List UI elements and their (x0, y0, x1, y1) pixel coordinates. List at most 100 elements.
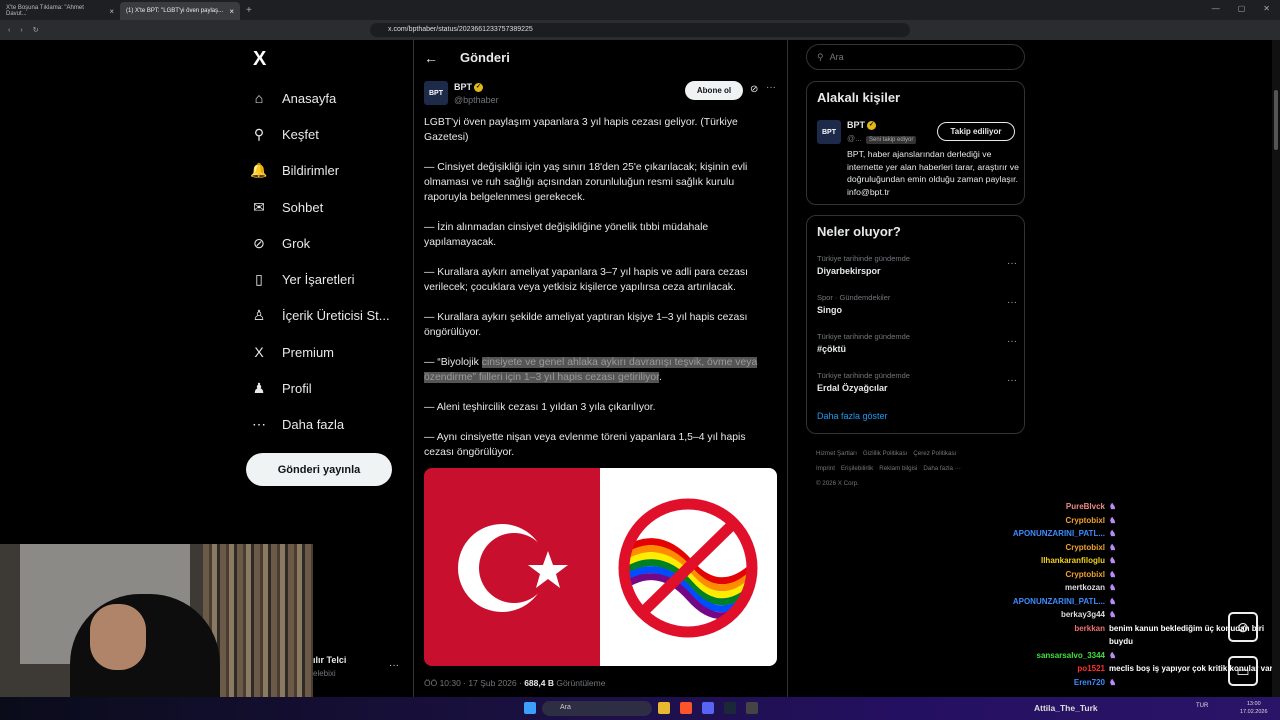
language-indicator[interactable]: TUR (1196, 703, 1208, 709)
more-icon[interactable]: ··· (389, 660, 399, 671)
sidebar-item-profil[interactable]: ♟ Profil (250, 370, 390, 406)
more-icon[interactable]: ··· (1007, 297, 1017, 308)
more-icon[interactable]: ··· (1007, 375, 1017, 386)
no-entry-icon: ⊘ (1228, 612, 1258, 642)
minimize-icon[interactable]: — (1212, 4, 1220, 13)
avatar[interactable]: BPT (817, 120, 841, 144)
divider (787, 40, 788, 720)
reload-icon[interactable]: ↻ (33, 26, 39, 34)
more-icon[interactable]: ··· (1007, 258, 1017, 269)
search-icon: ⚲ (253, 125, 265, 142)
mail-icon: ✉ (253, 198, 265, 215)
chat-username[interactable]: PureBlvck (995, 500, 1105, 514)
chat-username[interactable]: mertkozan (995, 581, 1105, 595)
avatar[interactable]: BPT (424, 81, 448, 105)
author-handle[interactable]: @bpthaber (454, 95, 499, 105)
obs-icon[interactable] (746, 702, 758, 714)
new-tab-button[interactable]: + (246, 5, 252, 16)
chat-username[interactable]: Cryptobixl (995, 541, 1105, 555)
chat-badge-icon: ♞ (1109, 569, 1117, 579)
following-button[interactable]: Takip ediliyor (937, 122, 1015, 141)
chat-badge-icon: ♞ (1109, 650, 1117, 660)
chat-username[interactable]: Cryptobixl (995, 514, 1105, 528)
footer-link[interactable]: Erişilebilirlik (841, 465, 873, 472)
sidebar-item-anasayfa[interactable]: ⌂ Anasayfa (250, 80, 390, 116)
grok-icon[interactable]: ⊘ (750, 84, 758, 95)
sidebar-item-sohbet[interactable]: ✉ Sohbet (250, 189, 390, 225)
sidebar-item-bildirimler[interactable]: 🔔 Bildirimler (250, 153, 390, 189)
trend-item[interactable]: Türkiye tarihinde gündemde Diyarbekirspor… (817, 254, 1017, 276)
footer-link[interactable]: Gizlilik Politikası (863, 450, 907, 457)
sidebar-item-grok[interactable]: ⊘ Grok (250, 225, 390, 261)
chat-message: Cryptobixl ♞ (995, 514, 1275, 528)
browser-tab-1[interactable]: X'te Boşuna Tıklama: "Ahmet Davut... × (0, 2, 120, 20)
footer-link[interactable]: Çerez Politikası (913, 450, 956, 457)
steam-icon[interactable] (724, 702, 736, 714)
related-bio: BPT, haber ajanslarından derlediği ve in… (847, 149, 1019, 197)
sidebar-item-keşfet[interactable]: ⚲ Keşfet (250, 116, 390, 152)
sidebar-item-yer-i-şaretleri[interactable]: ▯ Yer İşaretleri (250, 261, 390, 297)
footer-links: Hizmet Şartları Gizlilik Politikası Çerez … (816, 446, 1016, 491)
close-icon[interactable]: × (229, 7, 234, 16)
chat-username[interactable]: Ilhankaranfiloglu (995, 554, 1105, 568)
chat-username[interactable]: Cryptobixl (995, 568, 1105, 582)
x-logo[interactable]: X (253, 48, 266, 71)
forward-icon[interactable]: › (20, 27, 22, 34)
sidebar-item-label: Sohbet (282, 199, 324, 215)
chat-username[interactable]: APONUNZARINI_PATL... (995, 595, 1105, 609)
trend-item[interactable]: Spor · Gündemdekiler Singo ··· (817, 293, 1017, 315)
clock[interactable]: 13:00 17.02.2026 (1240, 700, 1268, 716)
post-button[interactable]: Gönderi yayınla (246, 453, 392, 486)
more-icon[interactable]: ··· (766, 82, 776, 93)
maximize-icon[interactable]: ▢ (1238, 4, 1246, 13)
chat-username[interactable]: po1521 (995, 662, 1105, 676)
close-icon[interactable]: × (109, 7, 114, 16)
window-icon: ▭ (1228, 656, 1258, 686)
show-more-link[interactable]: Daha fazla göster (817, 411, 888, 421)
chat-username[interactable]: berkkan (995, 622, 1105, 636)
close-window-icon[interactable]: ✕ (1263, 4, 1270, 13)
post-header: ← Gönderi (414, 40, 787, 75)
browser-tab-2[interactable]: (1) X'te BPT: "LGBT'yi öven paylaş... × (120, 2, 240, 20)
scrollbar[interactable] (1272, 40, 1280, 697)
scrollbar-thumb[interactable] (1274, 90, 1278, 150)
author-name[interactable]: BPT ✓ (454, 82, 483, 93)
tab-label: X'te Boşuna Tıklama: "Ahmet Davut... (6, 5, 84, 17)
footer-link[interactable]: Hizmet Şartları (816, 450, 857, 457)
related-name[interactable]: BPT ✓ (847, 120, 876, 131)
chat-username[interactable]: APONUNZARINI_PATL... (995, 527, 1105, 541)
back-icon[interactable]: ‹ (8, 27, 10, 34)
footer-link[interactable]: Daha fazla ··· (923, 465, 960, 472)
back-arrow-icon[interactable]: ← (424, 50, 438, 66)
search-input[interactable]: ⚲ Ara (806, 44, 1025, 70)
chat-username[interactable]: sansarsalvo_3344 (995, 649, 1106, 663)
sidebar-item-label: Bildirimler (282, 163, 340, 179)
account-name[interactable]: ılır Telci (313, 655, 346, 665)
chat-username[interactable]: Eren720 (995, 676, 1105, 690)
subscribe-button[interactable]: Abone ol (685, 81, 743, 100)
sidebar-item-label: Daha fazla (282, 417, 345, 433)
sidebar-item-i-çerik-üreticisi-st-[interactable]: ♙ İçerik Üreticisi St... (250, 298, 390, 334)
sidebar-item-premium[interactable]: X Premium (250, 334, 390, 370)
trend-item[interactable]: Türkiye tarihinde gündemde #çöktü ··· (817, 332, 1017, 354)
footer-link[interactable]: Imprint (816, 465, 835, 472)
trend-category: Türkiye tarihinde gündemde (817, 332, 910, 341)
chat-username[interactable]: berkay3g44 (995, 608, 1105, 622)
post-paragraph: — Cinsiyet değişikliği için yaş sınırı 1… (424, 162, 748, 203)
trend-name: #çöktü (817, 344, 847, 354)
turkish-flag-image (424, 468, 600, 666)
footer-link[interactable]: Reklam bilgisi (879, 465, 917, 472)
creator-icon: ♙ (252, 307, 266, 324)
taskbar-search[interactable]: Ara (542, 701, 652, 716)
brave-icon[interactable] (680, 702, 692, 714)
post-text: LGBT'yi öven paylaşım yapanlara 3 yıl ha… (424, 115, 776, 475)
discord-icon[interactable] (702, 702, 714, 714)
trend-item[interactable]: Türkiye tarihinde gündemde Erdal Özyağcıl… (817, 371, 1017, 393)
post-image[interactable] (424, 468, 777, 666)
footer-link[interactable]: © 2026 X Corp. (816, 480, 859, 487)
windows-start-icon[interactable] (524, 702, 536, 714)
more-icon[interactable]: ··· (1007, 336, 1017, 347)
sidebar-item-daha-fazla[interactable]: ⋯ Daha fazla (250, 407, 390, 443)
address-bar[interactable]: x.com/bpthaber/status/202366123375738922… (370, 23, 910, 37)
folder-icon[interactable] (658, 702, 670, 714)
